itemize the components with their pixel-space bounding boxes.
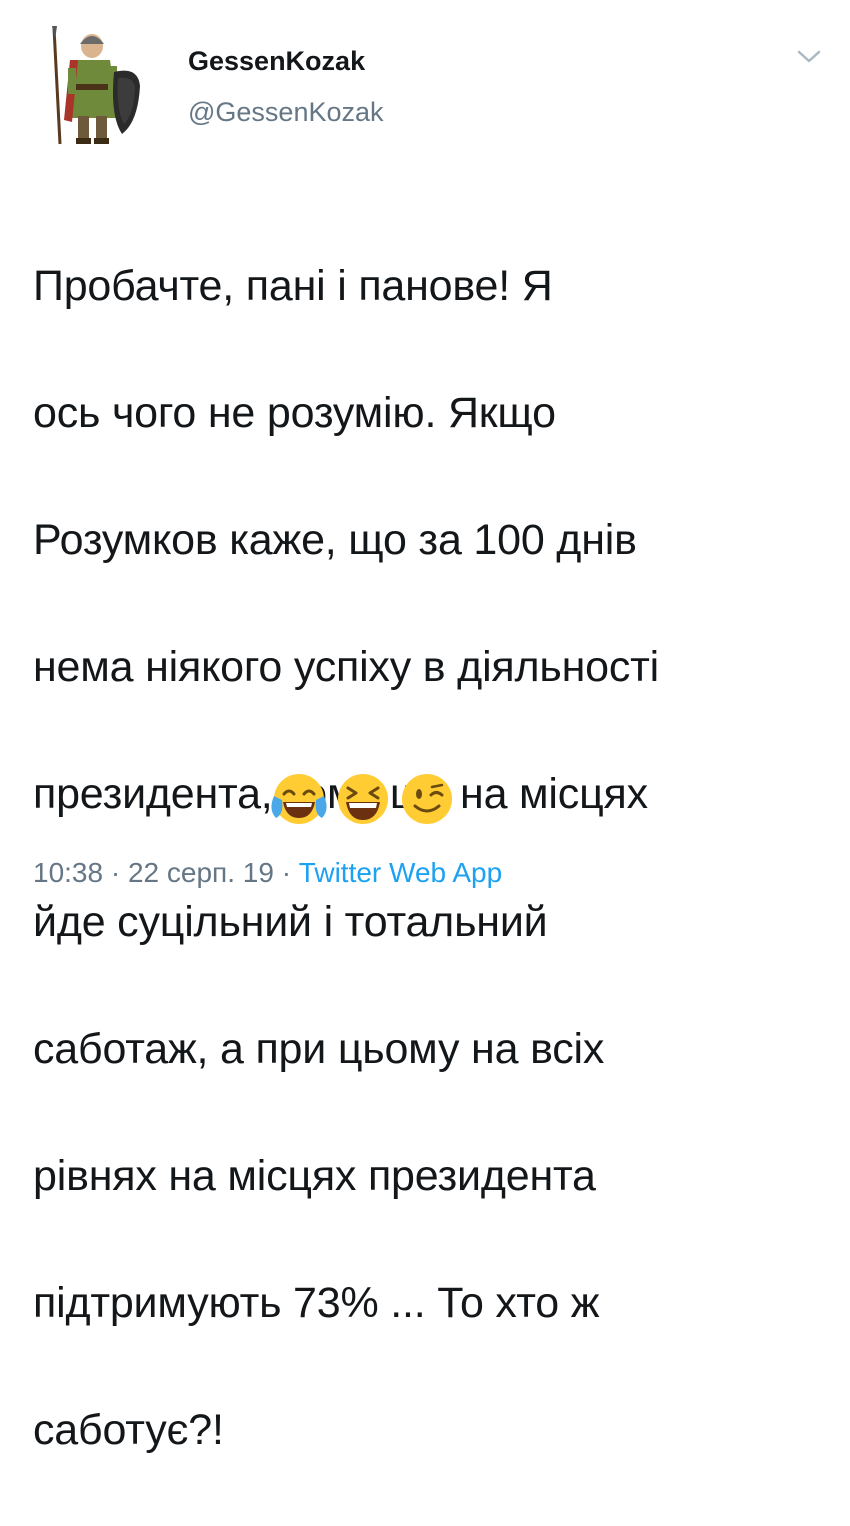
tweet-text-line: Пробачте, пані і панове! Я (33, 261, 553, 310)
tweet-text-line: саботаж, а при цьому на всіх (33, 1024, 605, 1073)
meta-separator: · (110, 857, 121, 888)
tweet-text-line: нема ніякого успіху в діяльності (33, 643, 660, 692)
tweet-time[interactable]: 10:38 (33, 857, 103, 888)
tweet-header: GessenKozak @GessenKozak (46, 26, 826, 156)
tweet-text-line: Розумков каже, що за 100 днів (33, 515, 637, 564)
tweet-source-link[interactable]: Twitter Web App (299, 857, 502, 888)
chevron-down-icon[interactable] (796, 48, 822, 66)
tweet-meta: 10:38 · 22 серп. 19 · Twitter Web App (33, 853, 502, 893)
author-block[interactable]: GessenKozak @GessenKozak (188, 44, 384, 132)
emoji-row (270, 770, 456, 828)
tweet-text-line: йде суцільний і тотальний (33, 897, 548, 946)
tweet-text-line: саботує?! (33, 1406, 224, 1455)
tweet-text-line: ось чого не розумію. Якщо (33, 388, 556, 437)
grinning-squinting-face-icon (338, 774, 388, 824)
winking-face-icon (402, 774, 452, 824)
face-with-tears-of-joy-icon (271, 774, 327, 824)
display-name[interactable]: GessenKozak (188, 44, 384, 78)
meta-separator: · (281, 857, 292, 888)
tweet-card: GessenKozak @GessenKozak Пробачте, пані … (0, 0, 850, 1454)
user-handle[interactable]: @GessenKozak (188, 92, 384, 132)
tweet-text-line: підтримують 73% ... То хто ж (33, 1279, 600, 1328)
tweet-date[interactable]: 22 серп. 19 (128, 857, 274, 888)
tweet-text-line: рівнях на місцях президента (33, 1151, 596, 1200)
avatar[interactable] (46, 26, 151, 148)
